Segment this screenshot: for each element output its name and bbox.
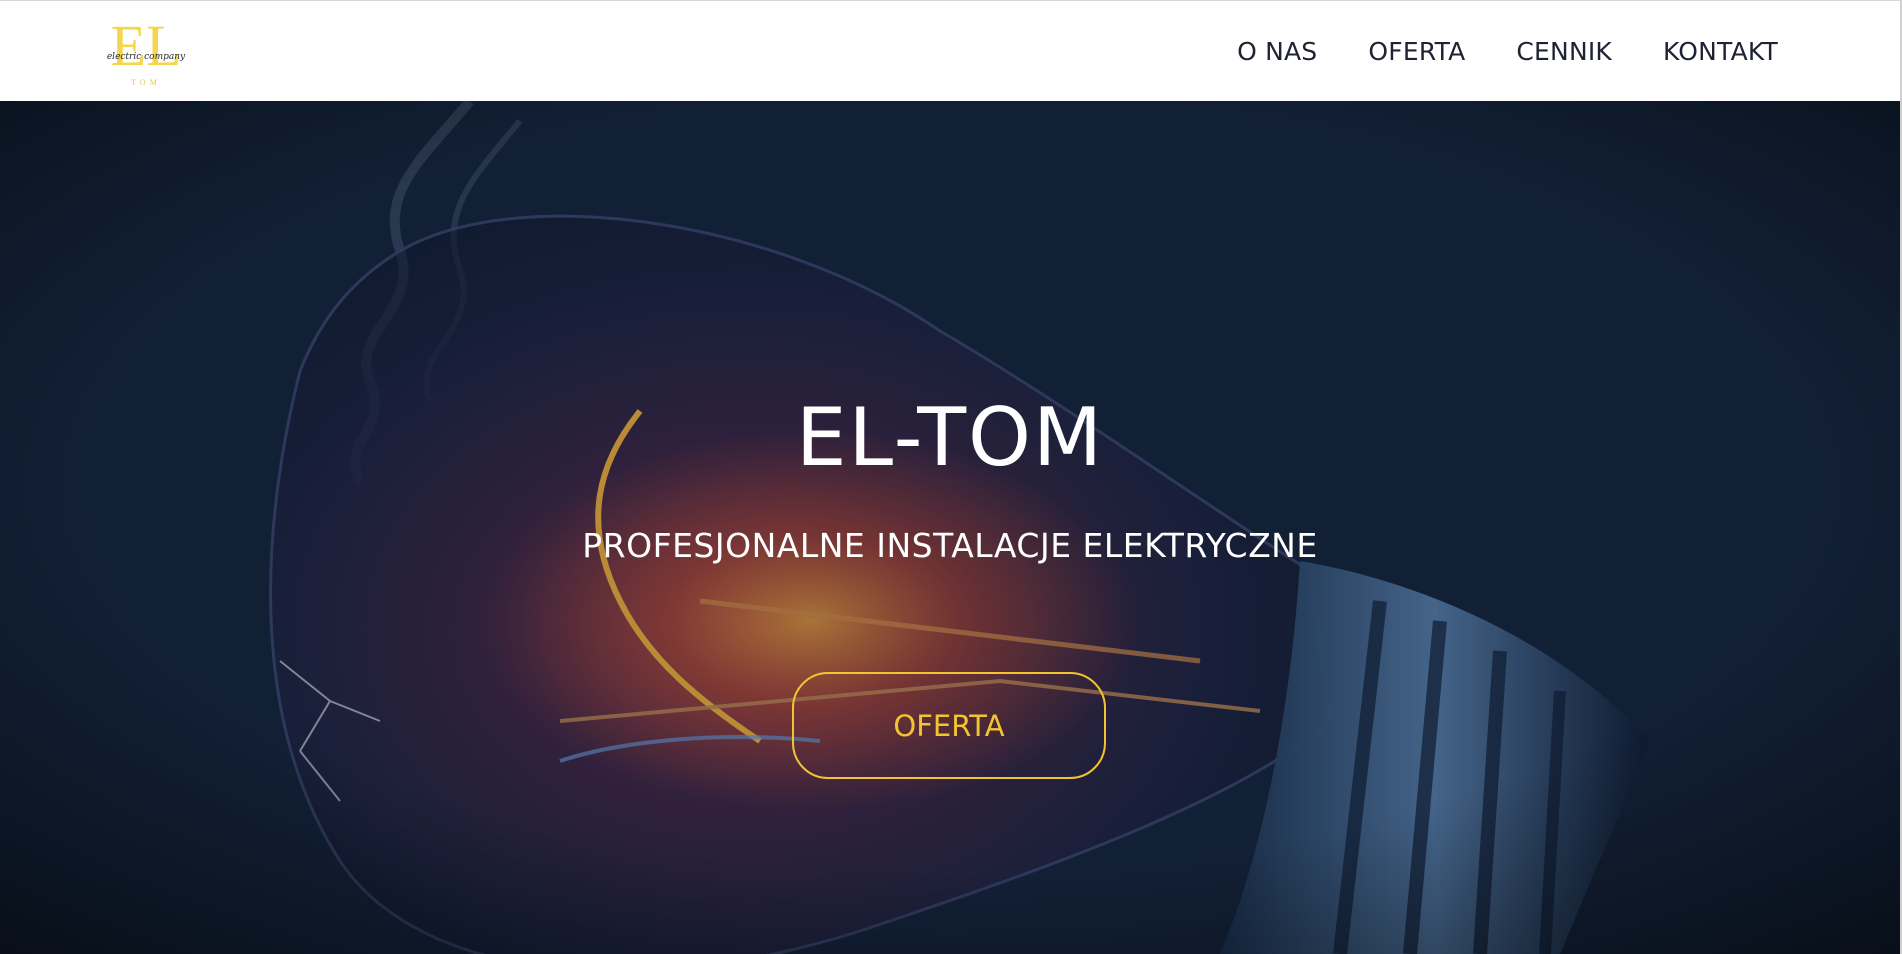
logo-bottom-text: TOM bbox=[131, 78, 161, 87]
el-tom-logo[interactable]: EL electric company TOM bbox=[106, 13, 186, 89]
logo-graphic: EL electric company TOM bbox=[107, 13, 186, 87]
nav-item-o-nas[interactable]: O NAS bbox=[1237, 37, 1317, 66]
nav-item-kontakt[interactable]: KONTAKT bbox=[1663, 37, 1778, 66]
logo-script: electric company bbox=[107, 52, 186, 62]
nav-item-cennik[interactable]: CENNIK bbox=[1516, 37, 1612, 66]
oferta-button[interactable]: OFERTA bbox=[792, 672, 1106, 779]
hero-subtitle: PROFESJONALNE INSTALACJE ELEKTRYCZNE bbox=[582, 526, 1318, 565]
page: EL electric company TOM O NAS OFERTA CEN… bbox=[0, 0, 1902, 954]
logo-monogram: EL bbox=[111, 15, 182, 78]
hero-section: EL-TOM PROFESJONALNE INSTALACJE ELEKTRYC… bbox=[0, 101, 1900, 954]
main-nav: O NAS OFERTA CENNIK KONTAKT bbox=[1237, 1, 1778, 102]
nav-item-oferta[interactable]: OFERTA bbox=[1368, 37, 1465, 66]
hero-title: EL-TOM bbox=[795, 391, 1105, 484]
site-header: EL electric company TOM O NAS OFERTA CEN… bbox=[0, 0, 1900, 101]
